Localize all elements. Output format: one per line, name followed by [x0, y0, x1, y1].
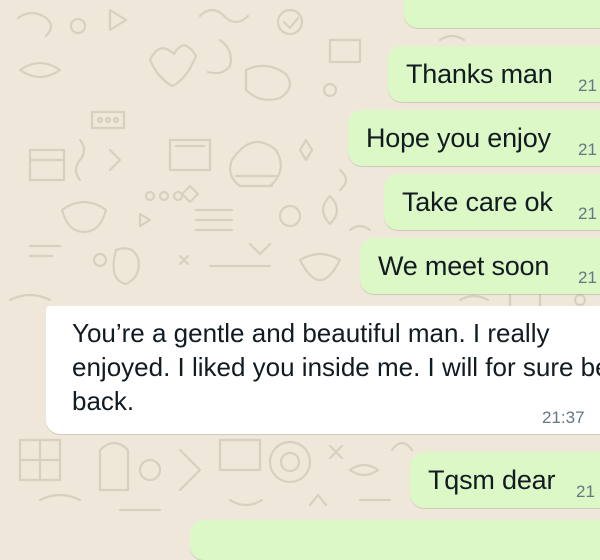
- message-bubble-outgoing-partial-top[interactable]: [404, 0, 600, 28]
- message-text: Tqsm dear: [428, 465, 556, 495]
- message-text: We meet soon: [378, 251, 550, 281]
- message-text: Take care ok: [402, 187, 553, 217]
- message-text: Thanks man: [406, 59, 553, 89]
- message-bubble-outgoing[interactable]: Take care ok 21: [384, 174, 600, 230]
- message-timestamp: 21: [576, 482, 595, 501]
- message-text: Hope you enjoy: [366, 123, 551, 153]
- message-timestamp: 21: [578, 268, 597, 287]
- message-timestamp: 21: [578, 140, 597, 159]
- message-text: You’re a gentle and beautiful man. I rea…: [72, 318, 600, 416]
- message-bubble-outgoing-partial-bottom[interactable]: [190, 520, 600, 560]
- message-timestamp: 21: [578, 76, 597, 95]
- message-timestamp: 21: [578, 204, 597, 223]
- message-bubble-outgoing[interactable]: We meet soon 21: [360, 238, 600, 294]
- message-bubble-outgoing[interactable]: Thanks man 21: [388, 46, 600, 102]
- message-bubble-outgoing[interactable]: Tqsm dear 21: [410, 452, 600, 508]
- message-bubble-outgoing[interactable]: Hope you enjoy 21: [348, 110, 600, 166]
